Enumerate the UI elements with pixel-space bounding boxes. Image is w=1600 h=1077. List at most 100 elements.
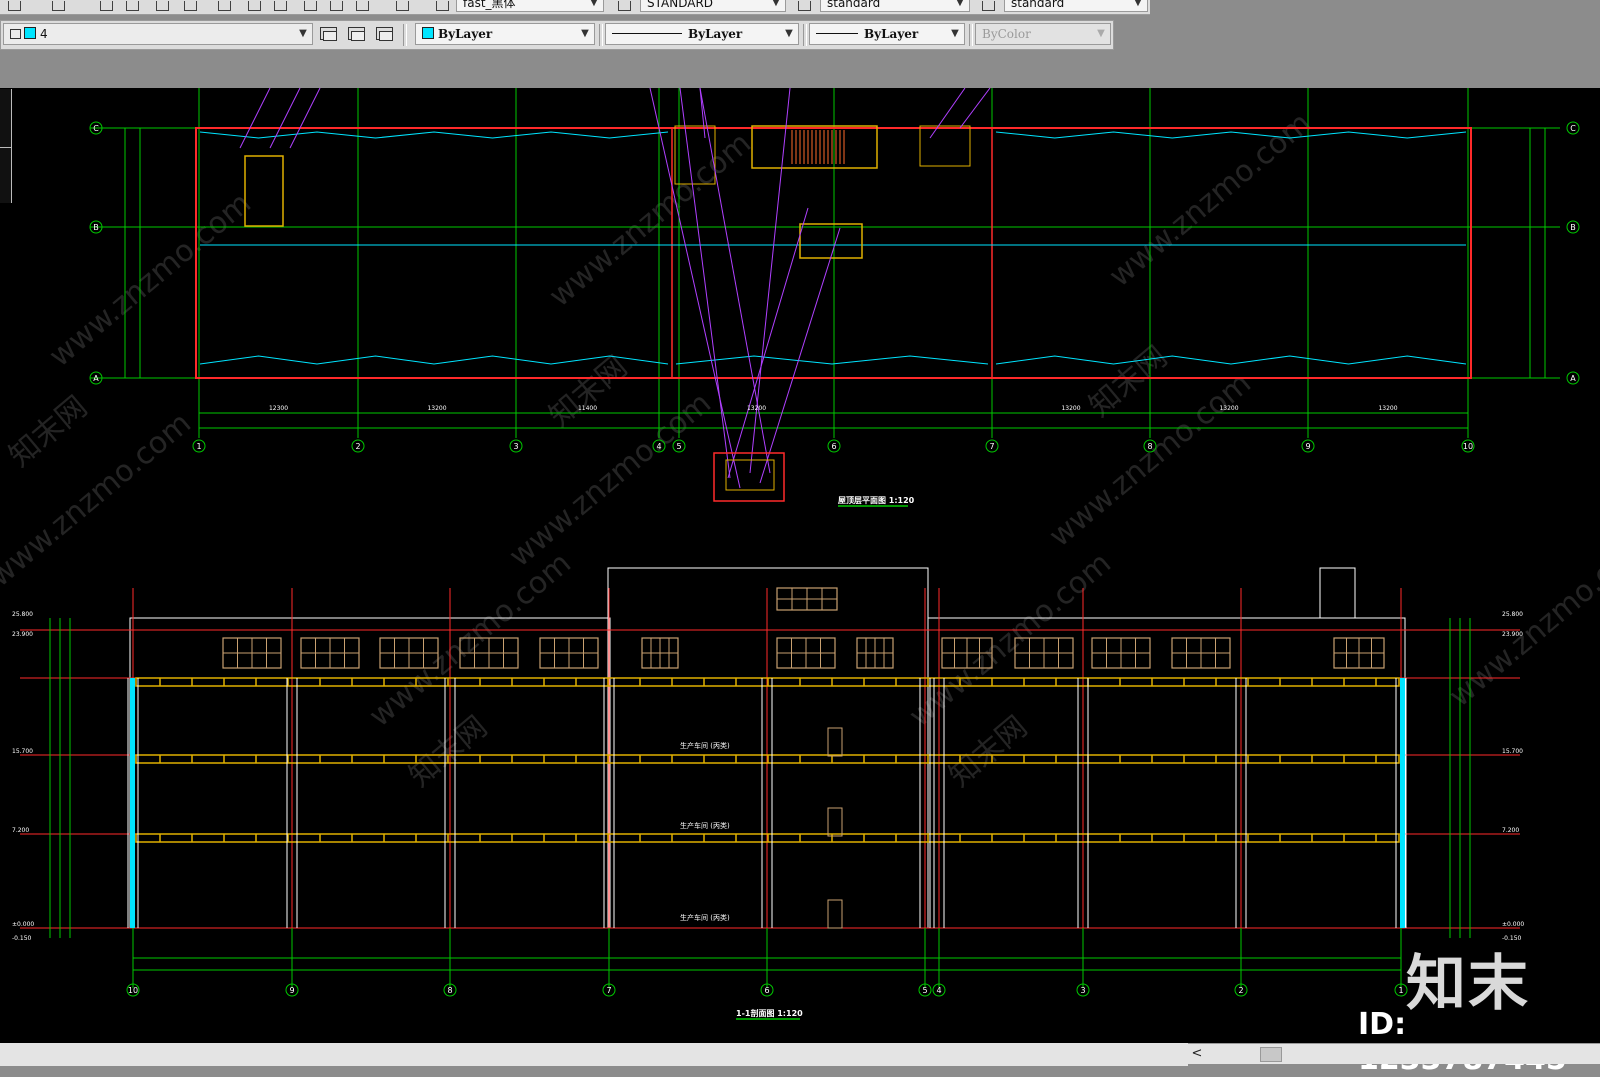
elevation-label-left: -0.150 xyxy=(12,935,32,942)
watermark-text: www.znzmo.com xyxy=(503,386,718,575)
leader-line xyxy=(929,88,966,139)
bay-dimension: 13200 xyxy=(427,405,446,412)
lineweight-select[interactable]: ByLayer ▼ xyxy=(809,23,965,45)
linetype-value: ByLayer xyxy=(688,27,743,41)
tool-palette-icon[interactable] xyxy=(270,0,290,13)
door xyxy=(827,899,843,929)
zoom-realtime-icon[interactable] xyxy=(122,0,142,13)
redo-icon[interactable] xyxy=(48,0,68,13)
leader-line xyxy=(749,88,791,474)
bay-dimension: 13200 xyxy=(1061,405,1080,412)
brand-id: ID: 1233787445 xyxy=(1358,1007,1567,1077)
leader-line xyxy=(727,207,809,479)
color-select[interactable]: ByLayer ▼ xyxy=(415,23,595,45)
text-style-icon[interactable] xyxy=(432,0,452,13)
elevation-label-right: 23.900 xyxy=(1502,631,1523,638)
elevation-label-left: 25.800 xyxy=(12,611,33,618)
watermark-layer: www.znzmo.com www.znzmo.com www.znzmo.com w… xyxy=(0,106,1600,795)
watermark-text-cn: 知末网 xyxy=(1083,339,1174,424)
end-wall-left xyxy=(130,678,135,928)
roof-slope-top-left xyxy=(199,131,669,139)
help-icon[interactable] xyxy=(392,0,412,13)
table-style-icon[interactable] xyxy=(794,0,814,13)
cad-drawing: www.znzmo.com www.znzmo.com www.znzmo.com w… xyxy=(0,88,1600,1020)
zoom-previous-icon[interactable] xyxy=(180,0,200,13)
text-style-select[interactable]: fast_黑体 ▼ xyxy=(456,0,604,12)
undo-icon[interactable] xyxy=(4,0,24,13)
watermark-text-cn: 知末网 xyxy=(943,709,1034,794)
table-style-select[interactable]: standard ▼ xyxy=(820,0,970,12)
roof-plan: 1 2 3 4 5 6 7 8 9 10 C C B B A A 12300 13200 11400 13200 132… xyxy=(89,88,1580,507)
markup-icon[interactable] xyxy=(326,0,346,13)
elevation-label-left: 7.200 xyxy=(12,827,29,834)
chevron-down-icon: ▼ xyxy=(956,0,964,8)
door xyxy=(827,727,843,757)
section-axis-label: 10 xyxy=(128,986,138,995)
linetype-sample xyxy=(612,33,682,34)
elevator-core xyxy=(799,223,863,259)
row-axis-label: B xyxy=(1570,223,1576,232)
lock-icon xyxy=(10,29,21,39)
drawing-canvas[interactable]: www.znzmo.com www.znzmo.com www.znzmo.com w… xyxy=(0,88,1600,1043)
sheet-set-icon[interactable] xyxy=(300,0,320,13)
axis-label: 7 xyxy=(989,442,994,451)
chevron-down-icon: ▼ xyxy=(1097,28,1105,39)
layers-properties-toolbar: 4 ▼ ByLayer ▼ ByLayer ▼ ByLayer ▼ ByColor ▼ xyxy=(0,20,1114,50)
chevron-down-icon: ▼ xyxy=(1134,0,1142,8)
horizontal-scrollbar[interactable]: < xyxy=(1188,1043,1600,1064)
chevron-down-icon: ▼ xyxy=(590,0,598,8)
row-axis-label: A xyxy=(93,374,99,383)
layer-select[interactable]: 4 ▼ xyxy=(3,23,313,45)
chevron-down-icon: ▼ xyxy=(772,0,780,8)
roof-slope-bottom-right xyxy=(995,355,1467,365)
pan-icon[interactable] xyxy=(96,0,116,13)
chevron-down-icon: ▼ xyxy=(951,28,959,39)
calculator-icon[interactable] xyxy=(352,0,372,13)
make-current-layer-icon[interactable] xyxy=(317,23,339,45)
linetype-select[interactable]: ByLayer ▼ xyxy=(605,23,799,45)
watermark-text: www.znzmo.com xyxy=(543,126,758,315)
room-label: 生产车间 (丙类) xyxy=(680,821,730,830)
axis-label: 3 xyxy=(513,442,518,451)
design-center-icon[interactable] xyxy=(244,0,264,13)
room-label: 生产车间 (丙类) xyxy=(680,741,730,750)
left-tool-palette[interactable] xyxy=(0,89,12,203)
axis-label: 6 xyxy=(831,442,836,451)
watermark-text: www.znzmo.com xyxy=(43,186,258,375)
table-style-value: standard xyxy=(827,0,881,10)
axis-label: 5 xyxy=(676,442,681,451)
section-block-center xyxy=(607,567,929,929)
end-wall-right xyxy=(1400,678,1405,928)
section-axis-label: 8 xyxy=(447,986,452,995)
row-axis-label: C xyxy=(93,124,99,133)
dim-style-select[interactable]: STANDARD ▼ xyxy=(640,0,786,12)
scroll-left-arrow[interactable]: < xyxy=(1188,1044,1206,1064)
watermark-text-cn: 知末网 xyxy=(543,349,634,434)
elevation-label-left: 23.900 xyxy=(12,631,33,638)
leader-line xyxy=(269,88,301,149)
style-toolbar: fast_黑体 ▼ STANDARD ▼ standard ▼ standard ▼ xyxy=(0,0,1150,15)
scroll-thumb[interactable] xyxy=(1260,1047,1282,1062)
properties-icon[interactable] xyxy=(214,0,234,13)
layer-states-icon[interactable] xyxy=(373,23,395,45)
plot-style-value: ByColor xyxy=(982,27,1031,41)
status-bar xyxy=(0,1043,1188,1066)
plan-title: 屋顶层平面图 1:120 xyxy=(838,495,915,505)
section-axis-label: 4 xyxy=(936,986,941,995)
toolbar-separator xyxy=(969,24,973,46)
zoom-window-icon[interactable] xyxy=(152,0,172,13)
dim-style-icon[interactable] xyxy=(614,0,634,13)
elevation-label-left: 15.700 xyxy=(12,748,33,755)
elevation-label-left: ±0.000 xyxy=(12,921,34,928)
axis-label: 1 xyxy=(196,442,201,451)
leader-line xyxy=(289,88,321,149)
elevation-label-right: 7.200 xyxy=(1502,827,1519,834)
text-style-value: fast_黑体 xyxy=(463,0,516,10)
toolbar-separator xyxy=(803,24,807,46)
layer-previous-icon[interactable] xyxy=(345,23,367,45)
multileader-style-icon[interactable] xyxy=(978,0,998,13)
color-value: ByLayer xyxy=(438,27,493,41)
multileader-style-select[interactable]: standard ▼ xyxy=(1004,0,1148,12)
lineweight-value: ByLayer xyxy=(864,27,919,41)
chevron-down-icon: ▼ xyxy=(581,28,589,39)
